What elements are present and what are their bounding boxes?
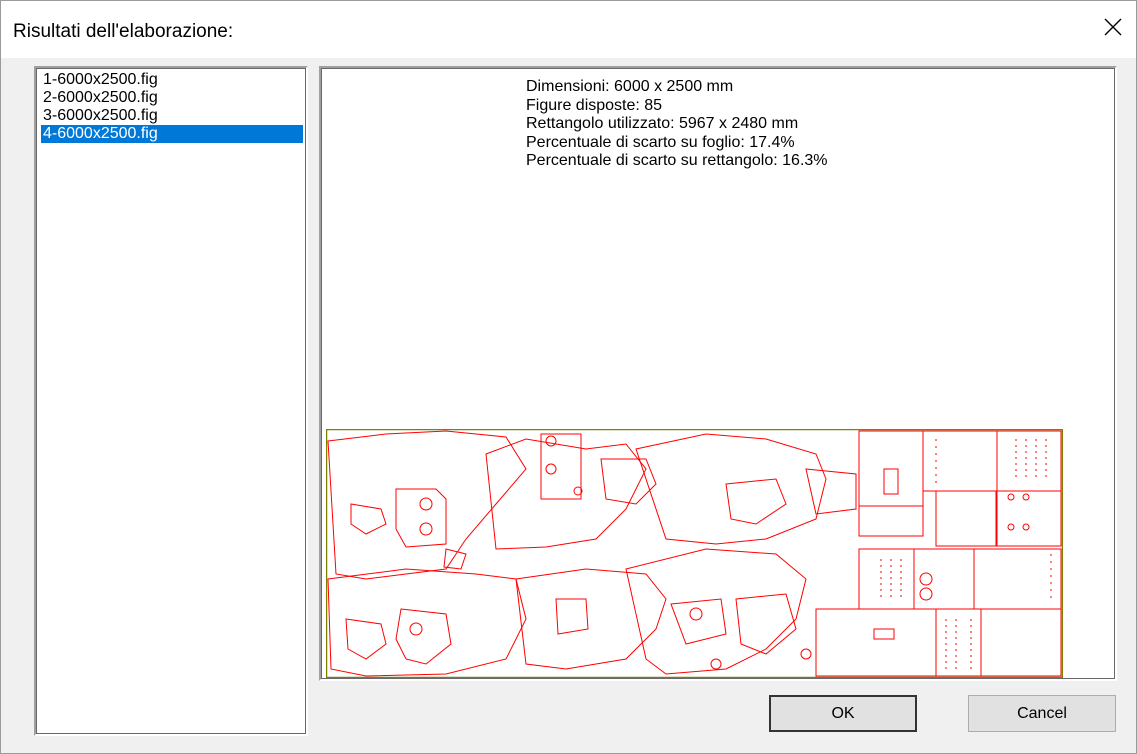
rectangle-waste-text: Percentuale di scarto su rettangolo: 16.…: [526, 152, 828, 169]
nesting-layout-drawing: [326, 429, 1063, 678]
list-item-file-3[interactable]: 3-6000x2500.fig: [41, 107, 303, 125]
nesting-preview: Dimensioni: 6000 x 2500 mm Figure dispos…: [319, 66, 1117, 681]
list-item-file-4[interactable]: 4-6000x2500.fig: [41, 125, 303, 143]
title-bar: Risultati dell'elaborazione:: [1, 1, 1136, 58]
list-item-file-1[interactable]: 1-6000x2500.fig: [41, 71, 303, 89]
close-button[interactable]: [1090, 1, 1136, 58]
list-item-file-2[interactable]: 2-6000x2500.fig: [41, 89, 303, 107]
results-dialog: Risultati dell'elaborazione: 1-6000x2500…: [0, 0, 1137, 754]
close-icon: [1103, 17, 1123, 42]
sheet-border: [326, 429, 1063, 678]
cancel-button[interactable]: Cancel: [968, 695, 1116, 732]
used-rectangle-text: Rettangolo utilizzato: 5967 x 2480 mm: [526, 115, 799, 132]
sheet-waste-text: Percentuale di scarto su foglio: 17.4%: [526, 133, 795, 151]
window-title: Risultati dell'elaborazione:: [13, 21, 234, 42]
ok-button[interactable]: OK: [769, 695, 917, 732]
dimensions-text: Dimensioni: 6000 x 2500 mm: [526, 78, 734, 95]
figures-count-text: Figure disposte: 85: [526, 96, 663, 114]
results-info: Dimensioni: 6000 x 2500 mm Figure dispos…: [526, 78, 828, 171]
file-list[interactable]: 1-6000x2500.fig 2-6000x2500.fig 3-6000x2…: [34, 66, 308, 736]
